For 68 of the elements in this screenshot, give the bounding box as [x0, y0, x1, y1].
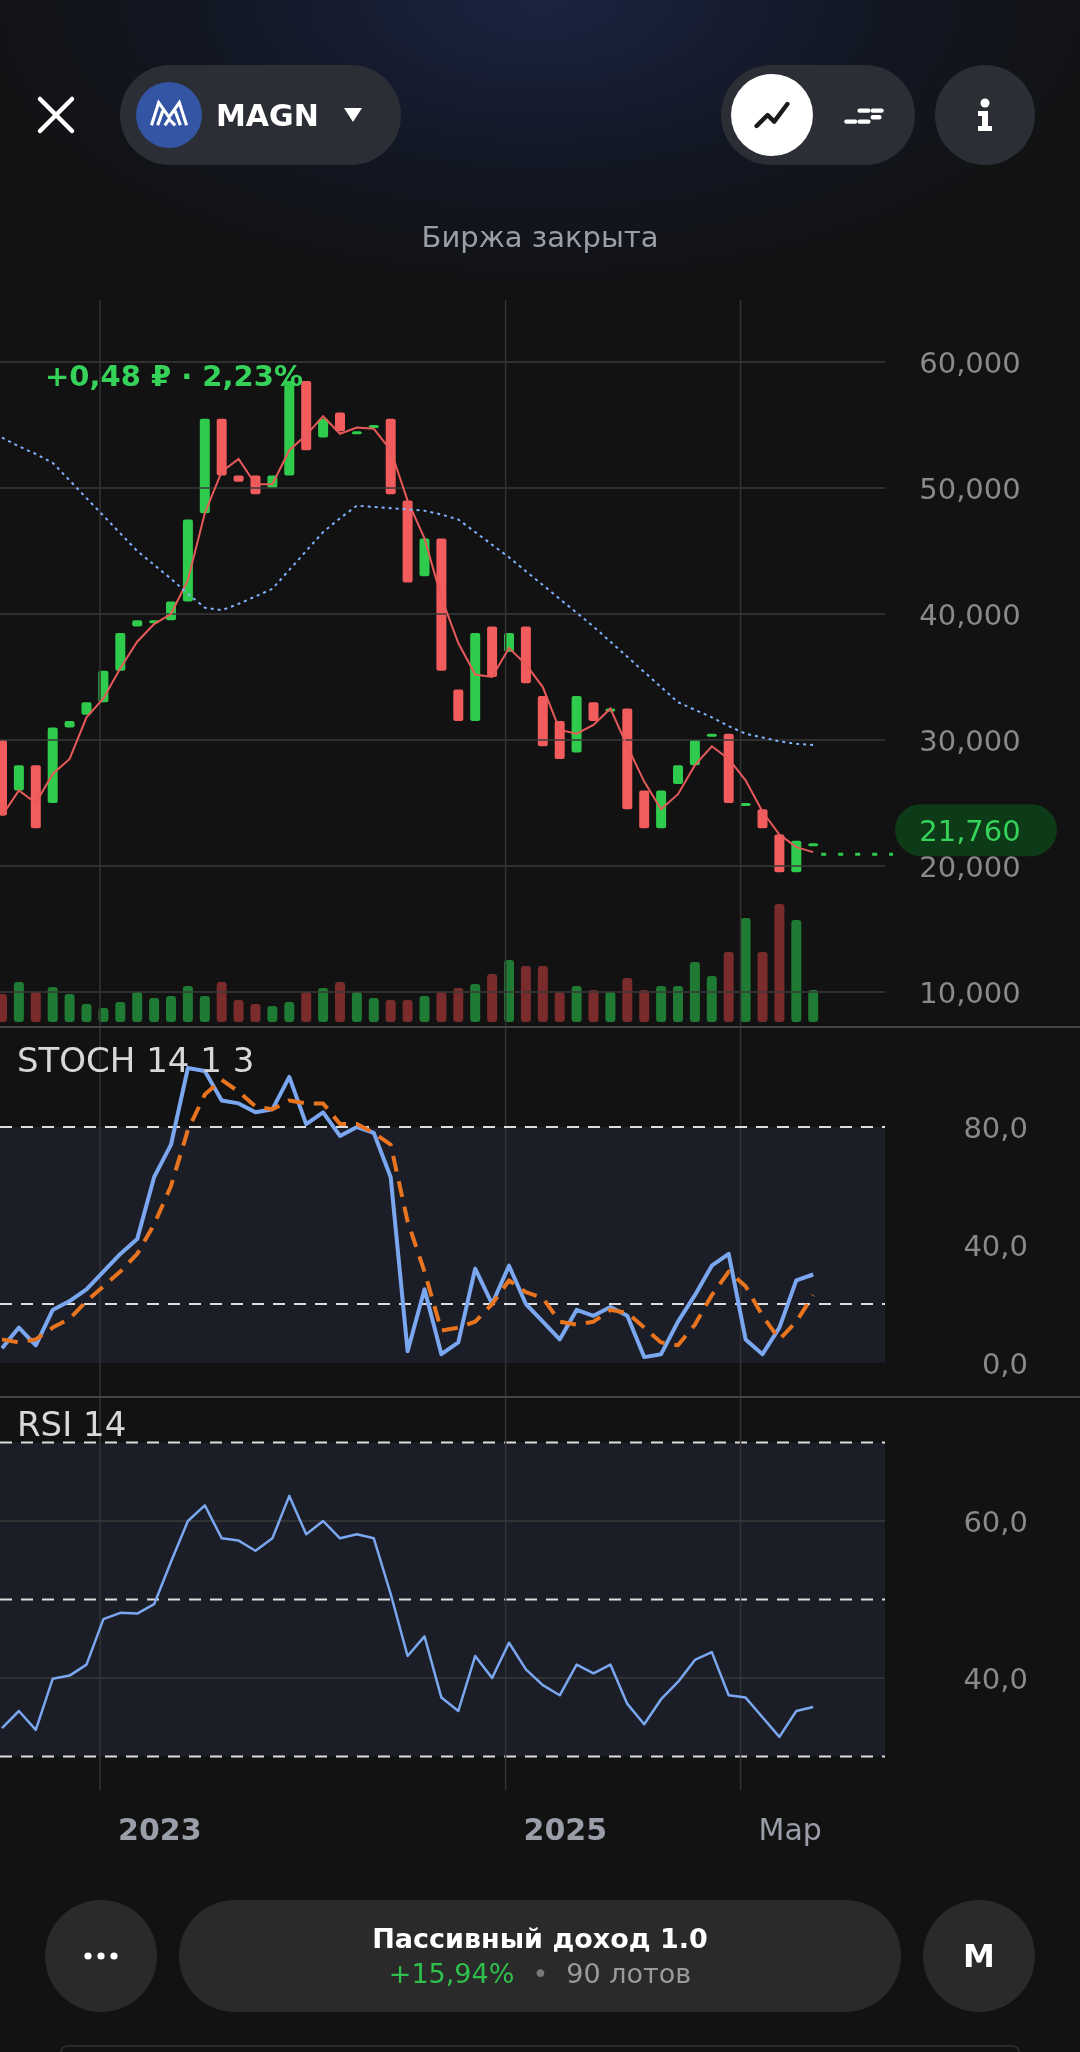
candle [706, 733, 717, 737]
indicator-title: STOCH 14 1 3 [17, 1040, 255, 1080]
candle [791, 840, 802, 873]
axis-label: 40,0 [963, 1662, 1028, 1696]
candle [689, 740, 700, 766]
candle [250, 475, 261, 495]
market-status: Биржа закрыта [421, 220, 659, 254]
candle [605, 708, 616, 712]
candle [166, 601, 176, 621]
axis-label: 10,000 [919, 976, 1021, 1010]
axis-label: 40,000 [919, 598, 1021, 632]
candle [216, 418, 227, 476]
candle [30, 765, 41, 829]
candle [774, 834, 785, 873]
candle [64, 721, 75, 728]
candle [639, 790, 650, 829]
portfolio-button[interactable]: Пассивный доход 1.0 +15,94% • 90 лотов [179, 1900, 901, 2012]
candle [98, 670, 109, 703]
candle [520, 626, 531, 684]
info-icon [975, 98, 995, 132]
candle [301, 380, 312, 451]
ticker-selector[interactable]: MAGN [120, 65, 401, 165]
candle [149, 620, 160, 624]
candle [233, 475, 244, 482]
axis-label: 20,000 [919, 850, 1021, 884]
candle [453, 689, 464, 722]
axis-label: 2023 [118, 1812, 202, 1847]
candle [723, 733, 734, 803]
indicator-title: RSI 14 [17, 1404, 127, 1444]
axis-label: 40,0 [963, 1229, 1028, 1263]
last-price: 21,760 [919, 814, 1021, 849]
candle [419, 538, 430, 577]
candle [740, 803, 751, 806]
caret-icon [342, 107, 363, 123]
candle [757, 809, 768, 829]
candle [504, 632, 514, 652]
axis-label: 80,0 [963, 1111, 1028, 1145]
candle [335, 412, 345, 432]
close-icon[interactable] [36, 95, 76, 135]
candle [571, 695, 582, 753]
axis-label: Мар [758, 1812, 822, 1847]
axis-label: 0,0 [981, 1347, 1028, 1381]
axis-label: 60,0 [963, 1505, 1028, 1539]
candle [81, 702, 92, 715]
price-leader-line [821, 852, 893, 856]
more-icon [84, 1952, 118, 1960]
candle [132, 620, 143, 627]
axis-label: 2025 [523, 1812, 608, 1847]
axis-label: 60,000 [919, 346, 1021, 380]
axis-label: 30,000 [919, 724, 1021, 758]
candle [115, 632, 126, 671]
candle [808, 843, 819, 847]
company-logo-icon [136, 82, 202, 148]
candle [537, 695, 548, 747]
candle [318, 418, 329, 438]
account-button[interactable]: M [923, 1900, 1035, 2012]
candle [588, 702, 599, 722]
candle [656, 790, 667, 829]
candle [267, 475, 278, 488]
axis-label: 50,000 [919, 472, 1021, 506]
candle [554, 721, 565, 759]
candle [487, 626, 498, 677]
candle [13, 765, 24, 791]
line-chart-mode-button[interactable] [731, 74, 813, 156]
price-change: +0,48 ₽ · 2,23% [45, 359, 303, 393]
candle [368, 425, 379, 428]
candle [351, 431, 362, 435]
candle [673, 765, 683, 785]
